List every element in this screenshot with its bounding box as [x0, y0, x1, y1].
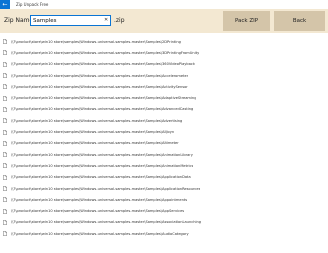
list-item[interactable]: \\?\product\store\win10 store\samples\Wi…	[0, 115, 328, 126]
document-icon	[3, 73, 7, 78]
document-icon	[3, 129, 7, 135]
file-path: \\?\product\store\win10 store\samples\Wi…	[11, 62, 195, 67]
app-title: Zip Unpack Free	[16, 2, 49, 7]
document-icon	[3, 61, 7, 67]
file-list: \\?\product\store\win10 store\samples\Wi…	[0, 36, 328, 253]
list-item[interactable]: \\?\product\store\win10 store\samples\Wi…	[0, 36, 328, 47]
file-path: \\?\product\store\win10 store\samples\Wi…	[11, 220, 202, 225]
file-path: \\?\product\store\win10 store\samples\Wi…	[11, 209, 185, 214]
file-path: \\?\product\store\win10 store\samples\Wi…	[11, 84, 188, 89]
list-item[interactable]: \\?\product\store\win10 store\samples\Wi…	[0, 104, 328, 115]
file-path: \\?\product\store\win10 store\samples\Wi…	[11, 175, 191, 180]
window-back-button[interactable]: ←	[0, 0, 10, 9]
file-path: \\?\product\store\win10 store\samples\Wi…	[11, 118, 183, 123]
document-icon	[3, 50, 7, 56]
document-icon	[3, 163, 7, 169]
list-item[interactable]: \\?\product\store\win10 store\samples\Wi…	[0, 138, 328, 149]
list-item[interactable]: \\?\product\store\win10 store\samples\Wi…	[0, 47, 328, 58]
file-path: \\?\product\store\win10 store\samples\Wi…	[11, 50, 200, 55]
document-icon	[3, 39, 7, 45]
file-path: \\?\product\store\win10 store\samples\Wi…	[11, 39, 181, 44]
document-icon	[3, 84, 7, 90]
list-item[interactable]: \\?\product\store\win10 store\samples\Wi…	[0, 217, 328, 228]
zip-extension-label: .zip	[114, 17, 125, 24]
file-path: \\?\product\store\win10 store\samples\Wi…	[11, 141, 179, 146]
back-button[interactable]: Back	[274, 11, 325, 31]
document-icon	[3, 107, 7, 112]
file-path: \\?\product\store\win10 store\samples\Wi…	[11, 73, 189, 78]
file-path: \\?\product\store\win10 store\samples\Wi…	[11, 152, 193, 157]
list-item[interactable]: \\?\product\store\win10 store\samples\Wi…	[0, 149, 328, 160]
clear-icon[interactable]: ✕	[104, 17, 108, 24]
header-bar: Zip Name: ✕ .zip Pack ZIP Back	[0, 9, 328, 33]
document-icon	[3, 95, 7, 101]
document-icon	[3, 118, 7, 124]
pack-zip-button[interactable]: Pack ZIP	[223, 11, 270, 31]
document-icon	[3, 174, 7, 180]
document-icon	[3, 140, 7, 146]
file-path: \\?\product\store\win10 store\samples\Wi…	[11, 107, 194, 112]
list-item[interactable]: \\?\product\store\win10 store\samples\Wi…	[0, 126, 328, 137]
list-item[interactable]: \\?\product\store\win10 store\samples\Wi…	[0, 92, 328, 103]
document-icon	[3, 231, 7, 237]
document-icon	[3, 219, 7, 225]
list-item[interactable]: \\?\product\store\win10 store\samples\Wi…	[0, 59, 328, 70]
list-item[interactable]: \\?\product\store\win10 store\samples\Wi…	[0, 194, 328, 205]
document-icon	[3, 197, 7, 203]
list-item[interactable]: \\?\product\store\win10 store\samples\Wi…	[0, 205, 328, 216]
file-path: \\?\product\store\win10 store\samples\Wi…	[11, 96, 197, 101]
list-item[interactable]: \\?\product\store\win10 store\samples\Wi…	[0, 70, 328, 81]
list-item[interactable]: \\?\product\store\win10 store\samples\Wi…	[0, 228, 328, 239]
document-icon	[3, 186, 7, 191]
list-item[interactable]: \\?\product\store\win10 store\samples\Wi…	[0, 160, 328, 171]
document-icon	[3, 152, 7, 158]
document-icon	[3, 208, 7, 214]
file-path: \\?\product\store\win10 store\samples\Wi…	[11, 163, 194, 168]
file-path: \\?\product\store\win10 store\samples\Wi…	[11, 231, 189, 236]
list-item[interactable]: \\?\product\store\win10 store\samples\Wi…	[0, 81, 328, 92]
list-item[interactable]: \\?\product\store\win10 store\samples\Wi…	[0, 172, 328, 183]
file-path: \\?\product\store\win10 store\samples\Wi…	[11, 130, 175, 135]
file-path: \\?\product\store\win10 store\samples\Wi…	[11, 197, 188, 202]
list-item[interactable]: \\?\product\store\win10 store\samples\Wi…	[0, 183, 328, 194]
file-path: \\?\product\store\win10 store\samples\Wi…	[11, 186, 201, 191]
zip-name-input[interactable]	[30, 15, 111, 26]
title-bar: ← Zip Unpack Free	[0, 0, 328, 9]
